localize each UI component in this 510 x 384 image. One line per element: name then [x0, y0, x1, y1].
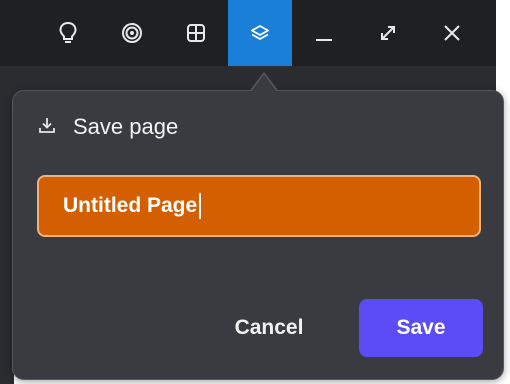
cancel-button[interactable]: Cancel	[209, 299, 329, 357]
dialog-header: Save page	[37, 113, 178, 141]
minimize-button[interactable]	[292, 0, 356, 66]
target-icon	[121, 22, 143, 44]
dialog-title: Save page	[73, 114, 179, 139]
text-cursor	[199, 193, 202, 219]
minimize-icon	[313, 22, 335, 44]
grid-button[interactable]	[164, 0, 228, 66]
page-name-input[interactable]: Untitled Page	[37, 175, 481, 237]
close-icon	[442, 23, 462, 43]
lightbulb-button[interactable]	[36, 0, 100, 66]
save-page-dialog: Save page Untitled Page Cancel Save	[12, 90, 504, 380]
layers-button[interactable]	[228, 0, 292, 66]
page-name-value: Untitled Page	[63, 194, 198, 217]
maximize-button[interactable]	[356, 0, 420, 66]
layers-icon	[249, 23, 271, 43]
lightbulb-icon	[57, 21, 79, 45]
title-bar	[0, 0, 496, 66]
save-button[interactable]: Save	[359, 299, 483, 357]
popup-caret-fill	[252, 74, 276, 91]
app-window: Save page Untitled Page Cancel Save	[0, 0, 510, 384]
target-button[interactable]	[100, 0, 164, 66]
close-button[interactable]	[420, 0, 484, 66]
maximize-icon	[378, 23, 398, 43]
download-icon	[37, 115, 57, 140]
grid-icon	[186, 23, 206, 43]
